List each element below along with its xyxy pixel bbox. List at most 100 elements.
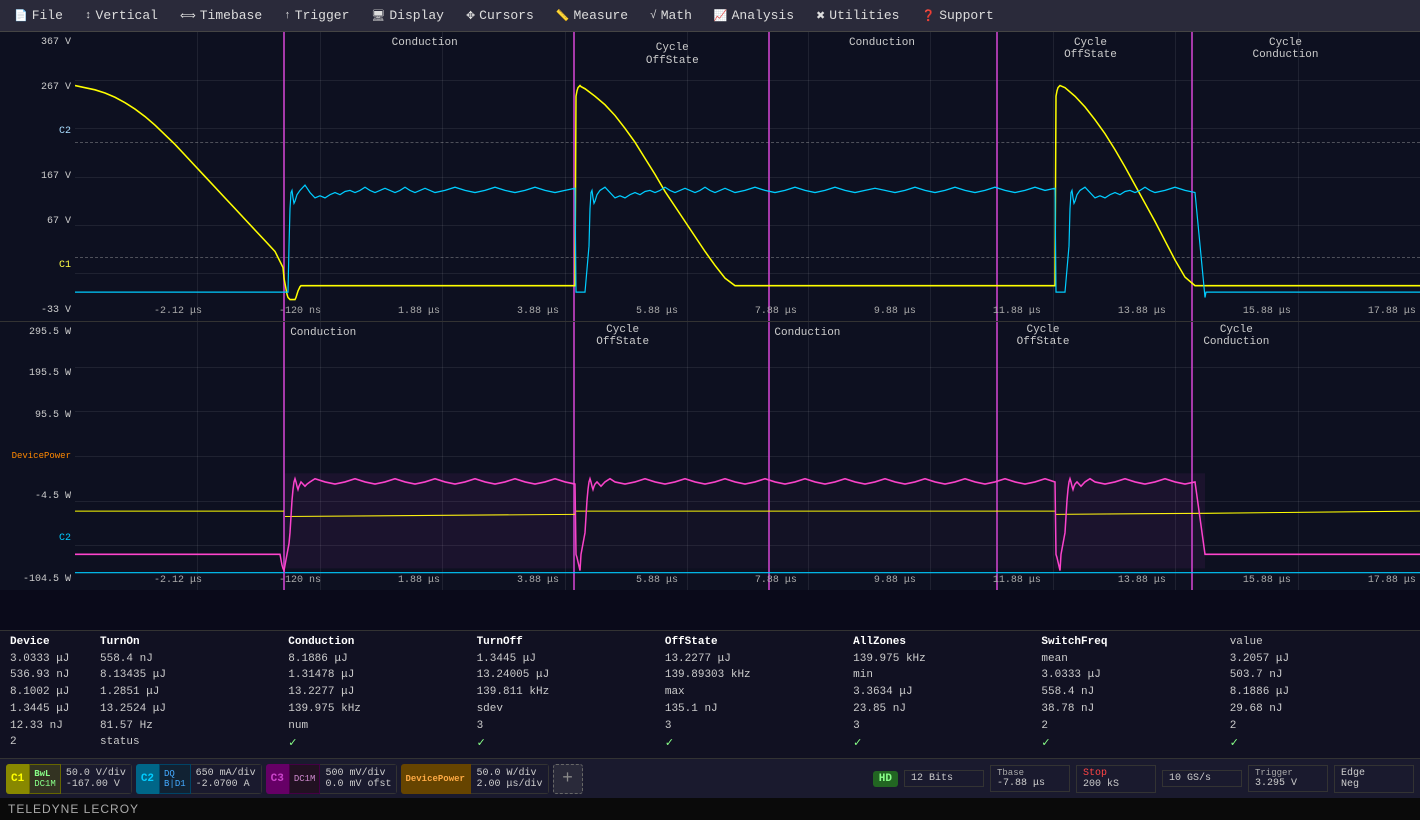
stats-col-offstate: OffState: [661, 635, 849, 652]
top-waveform-panel: 367 V 267 V C2 167 V 67 V C1 -33 V: [0, 32, 1420, 322]
stats-col-allzones: AllZones: [849, 635, 1037, 652]
stats-cell-min-turnon: 3.0333 μJ: [1037, 668, 1225, 685]
samplerate-info-block: 10 GS/s: [1162, 770, 1242, 787]
channel-c2-label: C2: [136, 764, 159, 794]
menu-cursors[interactable]: ✥ Cursors: [456, 5, 544, 26]
stats-cell-sdev-offstate: 29.68 nJ: [1226, 702, 1414, 719]
stats-cell-num-turnon: 3: [473, 719, 661, 736]
channel-c3-label: C3: [266, 764, 289, 794]
stats-cell-max-allzones: 13.2524 μJ: [96, 702, 284, 719]
stats-col-turnon: TurnOn: [96, 635, 284, 652]
top-time-axis: -2.12 μs -120 ns 1.88 μs 3.88 μs 5.88 μs…: [150, 301, 1420, 321]
top-y-label-3: 167 V: [4, 171, 71, 182]
stats-cell-value-turnoff: 8.1886 μJ: [284, 652, 472, 669]
stats-cell-value-switchfreq: 139.975 kHz: [849, 652, 1037, 669]
utilities-icon: ✖: [816, 9, 825, 23]
stats-cell-value-offstate: 1.3445 μJ: [473, 652, 661, 669]
trigger-info-block: Trigger 3.295 V: [1248, 765, 1328, 792]
stats-cell-value-conduction: 558.4 nJ: [96, 652, 284, 669]
bottom-y-label-device: DevicePower: [4, 451, 71, 461]
menu-math[interactable]: √ Math: [640, 5, 702, 26]
stats-cell-max-turnoff: 8.1886 μJ: [1226, 685, 1414, 702]
stats-cell-status-turnoff: ✓: [661, 735, 849, 754]
channel-c1-badge[interactable]: C1 BwL DC1M 50.0 V/div -167.00 V: [6, 764, 132, 794]
bottom-waveform-panel: 295.5 W 195.5 W 95.5 W DevicePower -4.5 …: [0, 322, 1420, 590]
bottom-time-axis: -2.12 μs -120 ns 1.88 μs 3.88 μs 5.88 μs…: [150, 570, 1420, 590]
vertical-icon: ↕: [85, 10, 92, 22]
math-icon: √: [650, 10, 657, 22]
menu-display[interactable]: 🖥 Display: [361, 5, 454, 26]
menu-analysis[interactable]: 📈 Analysis: [704, 5, 804, 26]
stats-cell-min-conduction: 503.7 nJ: [1226, 668, 1414, 685]
top-y-label-0: 367 V: [4, 37, 71, 48]
stats-cell-sdev-turnoff: 38.78 nJ: [1037, 702, 1225, 719]
bottom-channel-bar: C1 BwL DC1M 50.0 V/div -167.00 V C2 DQ B…: [0, 758, 1420, 798]
top-y-label-2: C2: [4, 126, 71, 137]
stats-cell-sdev-turnon: 135.1 nJ: [661, 702, 849, 719]
menu-file[interactable]: 📄 File: [4, 5, 73, 26]
bottom-y-label-0: 295.5 W: [4, 327, 71, 338]
display-icon: 🖥: [371, 9, 385, 23]
menubar: 📄 File ↕ Vertical ⟺ Timebase ↑ Trigger 🖥…: [0, 0, 1420, 32]
stats-col-turnoff: TurnOff: [473, 635, 661, 652]
menu-utilities[interactable]: ✖ Utilities: [806, 5, 909, 26]
teledyne-bar: TELEDYNE LECROY: [0, 798, 1420, 820]
menu-trigger[interactable]: ↑ Trigger: [274, 5, 359, 26]
support-icon: ❓: [921, 9, 935, 23]
menu-measure[interactable]: 📏 Measure: [546, 5, 638, 26]
channel-c2-badge[interactable]: C2 DQ B|D1 650 mA/div -2.0700 A: [136, 764, 262, 794]
stats-cell-min-offstate: 1.2851 μJ: [96, 685, 284, 702]
stats-cell-min-turnoff: 8.1002 μJ: [6, 685, 96, 702]
stats-col-switchfreq: SwitchFreq: [1037, 635, 1225, 652]
bottom-y-axis: 295.5 W 195.5 W 95.5 W DevicePower -4.5 …: [0, 322, 75, 590]
stats-cell-status-turnon: ✓: [284, 735, 472, 754]
stats-cell-max-offstate: 1.3445 μJ: [6, 702, 96, 719]
menu-support[interactable]: ❓ Support: [911, 5, 1003, 26]
bottom-y-label-4: -104.5 W: [4, 574, 71, 585]
stats-cell-max-turnon: 3.3634 μJ: [849, 685, 1037, 702]
channel-devicepower-info: 50.0 W/div 2.00 μs/div: [471, 764, 548, 794]
stats-row-sdev-label: sdev: [473, 702, 661, 719]
stats-row-num-label: num: [284, 719, 472, 736]
stats-cell-sdev-switchfreq: 81.57 Hz: [96, 719, 284, 736]
stats-cell-min-allzones: 13.2277 μJ: [284, 685, 472, 702]
bottom-waveform-area: Conduction CycleOffState Conduction Cycl…: [75, 322, 1420, 590]
channel-c1-label: C1: [6, 764, 29, 794]
stats-cell-mean-offstate: 1.31478 μJ: [284, 668, 472, 685]
measure-icon: 📏: [556, 9, 570, 23]
stats-cell-status-allzones: ✓: [1037, 735, 1225, 754]
stats-table: Device TurnOn Conduction TurnOff OffStat…: [6, 635, 1414, 754]
top-waveform-svg: [75, 32, 1420, 321]
top-y-label-4: 67 V: [4, 216, 71, 227]
stats-cell-max-conduction: 558.4 nJ: [1037, 685, 1225, 702]
channel-c1-info: 50.0 V/div -167.00 V: [61, 764, 132, 794]
tbase-info-block: Tbase -7.88 μs: [990, 765, 1070, 792]
stats-col-conduction: Conduction: [284, 635, 472, 652]
stats-cell-mean-conduction: 536.93 nJ: [6, 668, 96, 685]
channel-devicepower-label: DevicePower: [401, 764, 471, 794]
stats-cell-num-conduction: 3: [661, 719, 849, 736]
stats-cell-status-switchfreq: ✓: [1226, 735, 1414, 754]
top-y-label-6: -33 V: [4, 305, 71, 316]
menu-timebase[interactable]: ⟺ Timebase: [170, 5, 272, 26]
stats-cell-num-allzones: 2: [1226, 719, 1414, 736]
stats-cell-sdev-allzones: 12.33 nJ: [6, 719, 96, 736]
stats-row-mean-label: mean: [1037, 652, 1225, 669]
stats-cell-num-switchfreq: 2: [6, 735, 96, 754]
stats-cell-status-conduction: ✓: [473, 735, 661, 754]
edge-info-block: Edge Neg: [1334, 765, 1414, 793]
right-status-info: HD 12 Bits Tbase -7.88 μs Stop 200 kS 10…: [873, 765, 1414, 793]
stats-row-max-label: max: [661, 685, 849, 702]
add-channel-button[interactable]: +: [553, 764, 583, 794]
bits-info-block: 12 Bits: [904, 770, 984, 787]
bottom-y-label-2: 95.5 W: [4, 410, 71, 421]
channel-c2-info: 650 mA/div -2.0700 A: [191, 764, 262, 794]
bottom-waveform-svg: [75, 322, 1420, 590]
stats-cell-status-offstate: ✓: [849, 735, 1037, 754]
menu-vertical[interactable]: ↕ Vertical: [75, 5, 168, 26]
stats-row-status-label: status: [96, 735, 284, 754]
stats-area: Device TurnOn Conduction TurnOff OffStat…: [0, 630, 1420, 758]
channel-c3-badge[interactable]: C3 DC1M 500 mV/div 0.0 mV ofst: [266, 764, 398, 794]
channel-devicepower-badge[interactable]: DevicePower 50.0 W/div 2.00 μs/div: [401, 764, 548, 794]
stats-cell-max-switchfreq: 139.975 kHz: [284, 702, 472, 719]
